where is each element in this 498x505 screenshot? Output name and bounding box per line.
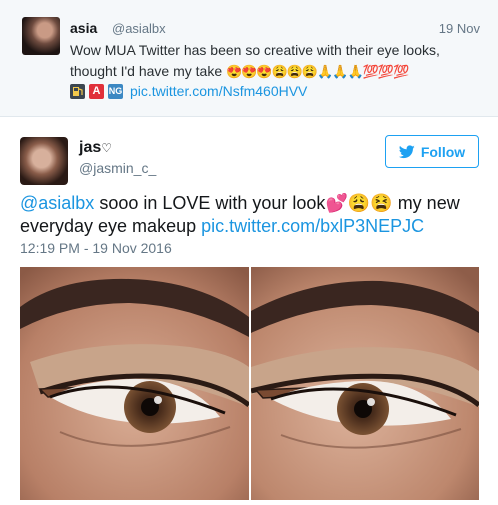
quoted-emojis: 😍😍😍😩😩😩🙏🙏🙏💯💯💯 bbox=[226, 64, 409, 79]
author-name[interactable]: jas♡ bbox=[79, 139, 112, 157]
photo-right[interactable] bbox=[250, 267, 479, 500]
photo-left[interactable] bbox=[20, 267, 249, 500]
eye-makeup-photo-right bbox=[250, 267, 479, 500]
twitter-bird-icon bbox=[398, 144, 415, 158]
quoted-author-name[interactable]: asia bbox=[70, 20, 97, 36]
follow-button-label: Follow bbox=[420, 143, 466, 160]
tweet-timestamp[interactable]: 12:19 PM - 19 Nov 2016 bbox=[20, 240, 172, 256]
quoted-tweet[interactable]: asia @asialbx 19 Nov Wow MUA Twitter has… bbox=[0, 0, 498, 117]
quoted-pic-link[interactable]: pic.twitter.com/Nsfm460HVV bbox=[130, 83, 307, 99]
tweet-pic-link[interactable]: pic.twitter.com/bxlP3NEPJC bbox=[201, 216, 424, 236]
tweet-emojis: 💕😩😫 bbox=[325, 193, 393, 213]
ng-button-icon: NG bbox=[108, 83, 123, 99]
mention-link[interactable]: @asialbx bbox=[20, 193, 94, 213]
quoted-attachments-line: A NG pic.twitter.com/Nsfm460HVV bbox=[70, 83, 307, 99]
author-handle[interactable]: @jasmin_c_ bbox=[79, 160, 156, 176]
author-name-text[interactable]: jas bbox=[79, 139, 101, 156]
eye-makeup-photo-left bbox=[20, 267, 249, 500]
fuel-pump-icon bbox=[70, 83, 85, 99]
tweet-text-part1: sooo in LOVE with your look bbox=[94, 193, 326, 213]
follow-button[interactable]: Follow bbox=[385, 135, 479, 168]
quoted-text: Wow MUA Twitter has been so creative wit… bbox=[70, 40, 480, 82]
heart-icon: ♡ bbox=[101, 141, 113, 155]
quoted-date[interactable]: 19 Nov bbox=[439, 21, 480, 36]
tweet-text: @asialbx sooo in LOVE with your look💕😩😫 … bbox=[20, 192, 470, 238]
author-avatar[interactable] bbox=[20, 137, 68, 185]
a-button-icon: A bbox=[89, 83, 104, 99]
quoted-author-handle[interactable]: @asialbx bbox=[112, 21, 166, 36]
photo-grid bbox=[20, 267, 479, 500]
quoted-avatar[interactable] bbox=[22, 17, 60, 55]
